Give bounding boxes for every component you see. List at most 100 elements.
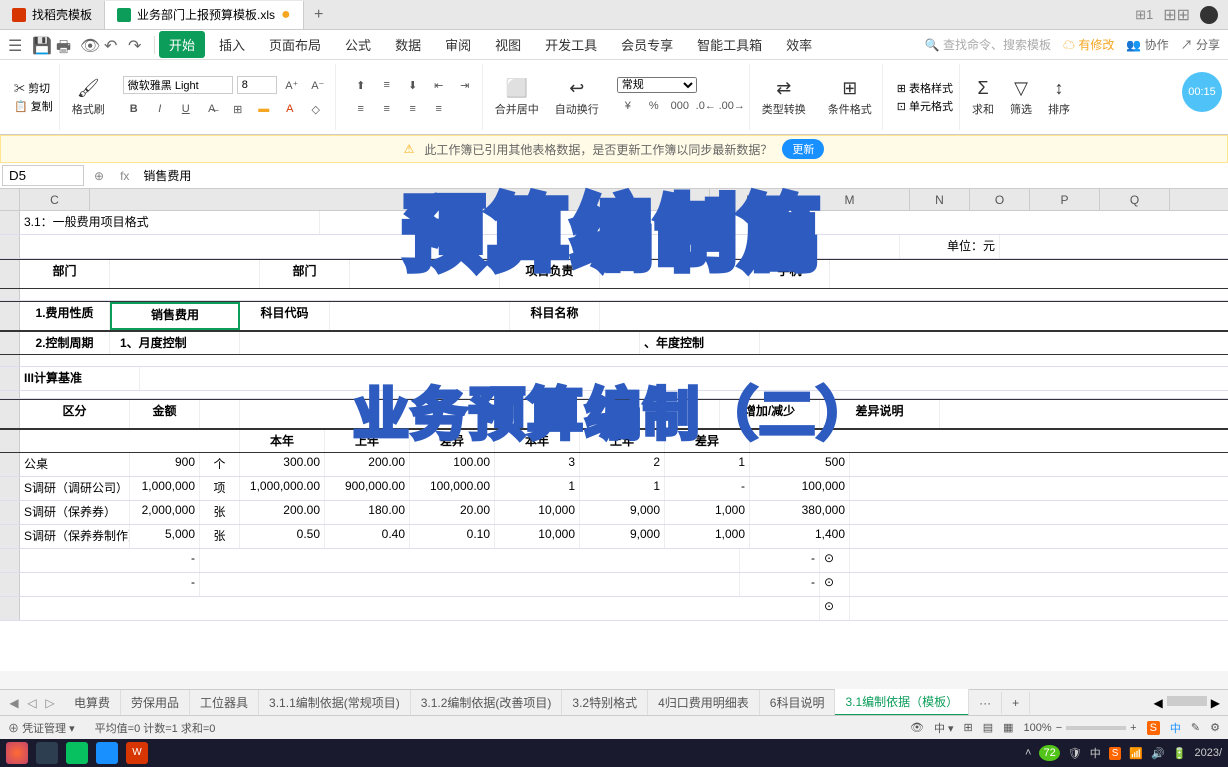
view-break-icon[interactable]: ▦ bbox=[1003, 721, 1013, 734]
fx-label[interactable]: fx bbox=[112, 169, 137, 183]
copy-button[interactable]: 📋 复制 bbox=[14, 98, 53, 114]
eye-icon[interactable]: 👁 bbox=[910, 721, 924, 734]
sogou-icon[interactable]: S bbox=[1147, 721, 1160, 735]
align-top-icon[interactable]: ⬆ bbox=[350, 74, 372, 96]
number-format-select[interactable]: 常规 bbox=[617, 77, 697, 93]
cell[interactable]: 区分 bbox=[20, 400, 130, 428]
print-preview-icon[interactable]: 👁 bbox=[80, 36, 98, 54]
sort-button[interactable]: ↕排序 bbox=[1044, 76, 1074, 119]
bold-icon[interactable]: B bbox=[123, 98, 145, 120]
print-icon[interactable]: 🖶 bbox=[56, 36, 74, 54]
cell[interactable]: 1、月度控制 bbox=[110, 332, 240, 354]
increase-font-icon[interactable]: A⁺ bbox=[281, 74, 303, 96]
cell[interactable]: 1.费用性质 bbox=[20, 302, 110, 330]
scrollbar-left-icon[interactable]: ◀ bbox=[1154, 696, 1163, 710]
wps-icon[interactable]: W bbox=[126, 742, 148, 764]
menu-formula[interactable]: 公式 bbox=[335, 31, 381, 58]
zoom-in-icon[interactable]: + bbox=[1130, 722, 1136, 734]
sheet-tab[interactable]: 4归口费用明细表 bbox=[648, 690, 760, 715]
col-header[interactable]: P bbox=[1030, 189, 1100, 210]
sheet-tab[interactable]: 3.2特别格式 bbox=[562, 690, 648, 715]
cell[interactable]: 3.1：一般费用项目格式 bbox=[20, 211, 320, 234]
nav-prev-icon[interactable]: ◁ bbox=[24, 696, 40, 710]
menu-hamburger-icon[interactable]: ☰ bbox=[8, 36, 26, 54]
indent-right-icon[interactable]: ⇥ bbox=[454, 74, 476, 96]
cell[interactable]: 部门 bbox=[260, 260, 350, 288]
add-sheet-button[interactable]: + bbox=[1002, 692, 1030, 714]
table-row[interactable]: S调研（保养券） 2,000,000 张 200.00 180.00 20.00… bbox=[0, 501, 1228, 525]
cell[interactable]: 科目名称 bbox=[510, 302, 600, 330]
fill-color-icon[interactable]: ▬ bbox=[253, 98, 275, 120]
cell[interactable]: 单位：元 bbox=[900, 235, 1000, 258]
merge-center-button[interactable]: ⬜合并居中 bbox=[491, 76, 543, 119]
active-cell[interactable]: 销售费用 bbox=[110, 302, 240, 330]
app-icon[interactable] bbox=[96, 742, 118, 764]
menu-efficiency[interactable]: 效率 bbox=[776, 31, 822, 58]
nav-first-icon[interactable]: ◀ bbox=[6, 696, 22, 710]
indent-left-icon[interactable]: ⇤ bbox=[428, 74, 450, 96]
cell-reference-input[interactable] bbox=[2, 165, 84, 186]
tray-sogou-icon[interactable]: S bbox=[1109, 747, 1122, 760]
ime-status-icon[interactable]: 中 ▾ bbox=[934, 720, 954, 736]
table-row[interactable]: 公桌 900 个 300.00 200.00 100.00 3 2 1 500 bbox=[0, 453, 1228, 477]
start-icon[interactable] bbox=[6, 742, 28, 764]
save-icon[interactable]: 💾 bbox=[32, 36, 50, 54]
sheet-tab[interactable]: 劳保用品 bbox=[121, 690, 190, 715]
format-brush-button[interactable]: 🖌格式刷 bbox=[68, 76, 109, 119]
sheet-tab-more[interactable]: ··· bbox=[969, 692, 1002, 714]
filter-button[interactable]: ▽筛选 bbox=[1006, 76, 1036, 119]
modified-indicator[interactable]: ☁ 有修改 bbox=[1063, 36, 1114, 53]
settings-icon[interactable]: ⚙ bbox=[1210, 721, 1220, 734]
decimal-dec-icon[interactable]: .00→ bbox=[721, 95, 743, 117]
font-color-icon[interactable]: A bbox=[279, 98, 301, 120]
cell[interactable]: - bbox=[20, 573, 200, 596]
tool-icon[interactable]: ✎ bbox=[1191, 721, 1200, 734]
share-button[interactable]: ↗ 分享 bbox=[1181, 36, 1220, 53]
menu-smart[interactable]: 智能工具箱 bbox=[687, 31, 772, 58]
window-layout-icon[interactable]: ⊞1 bbox=[1135, 7, 1153, 23]
search-input[interactable]: 🔍 查找命令、搜索模板 bbox=[925, 36, 1051, 53]
type-convert-button[interactable]: ⇄类型转换 bbox=[758, 76, 810, 119]
menu-layout[interactable]: 页面布局 bbox=[259, 31, 331, 58]
sum-button[interactable]: Σ求和 bbox=[968, 76, 998, 119]
sheet-tab[interactable]: 3.1.2编制依据(改善项目) bbox=[411, 690, 563, 715]
align-center-icon[interactable]: ≡ bbox=[376, 98, 398, 120]
view-normal-icon[interactable]: ⊞ bbox=[964, 721, 973, 734]
menu-review[interactable]: 审阅 bbox=[435, 31, 481, 58]
tray-volume-icon[interactable]: 🔊 bbox=[1151, 747, 1165, 760]
menu-data[interactable]: 数据 bbox=[385, 31, 431, 58]
sheet-tab[interactable]: 3.1.1编制依据(常规项目) bbox=[259, 690, 411, 715]
tray-ime[interactable]: 中 bbox=[1090, 745, 1101, 761]
cell[interactable]: - bbox=[740, 549, 820, 572]
cell[interactable]: 2.控制周期 bbox=[20, 332, 110, 354]
cell[interactable]: - bbox=[740, 573, 820, 596]
menu-view[interactable]: 视图 bbox=[485, 31, 531, 58]
table-style-button[interactable]: ⊞ 表格样式 bbox=[897, 80, 953, 96]
tab-workbook[interactable]: 业务部门上报预算模板.xls ● bbox=[105, 1, 304, 29]
update-button[interactable]: 更新 bbox=[782, 139, 824, 159]
col-header[interactable]: Q bbox=[1100, 189, 1170, 210]
view-page-icon[interactable]: ▤ bbox=[983, 721, 993, 734]
sheet-tab[interactable]: 6科目说明 bbox=[760, 690, 836, 715]
tray-time[interactable]: 2023/ bbox=[1194, 747, 1222, 759]
col-header[interactable]: N bbox=[910, 189, 970, 210]
underline-icon[interactable]: U bbox=[175, 98, 197, 120]
border-icon[interactable]: ⊞ bbox=[227, 98, 249, 120]
new-tab-button[interactable]: + bbox=[304, 6, 334, 24]
sheet-tab[interactable]: 工位器具 bbox=[190, 690, 259, 715]
font-size-select[interactable] bbox=[237, 76, 277, 94]
zoom-slider[interactable] bbox=[1066, 726, 1126, 730]
align-middle-icon[interactable]: ≡ bbox=[376, 74, 398, 96]
ime-mode[interactable]: 中 bbox=[1170, 720, 1181, 736]
align-bottom-icon[interactable]: ⬇ bbox=[402, 74, 424, 96]
decimal-inc-icon[interactable]: .0← bbox=[695, 95, 717, 117]
align-left-icon[interactable]: ≡ bbox=[350, 98, 372, 120]
cell[interactable]: III计算基准 bbox=[20, 367, 140, 390]
cell[interactable]: 部门 bbox=[20, 260, 110, 288]
table-row[interactable]: S调研（调研公司） 1,000,000 项 1,000,000.00 900,0… bbox=[0, 477, 1228, 501]
browser-icon[interactable] bbox=[36, 742, 58, 764]
menu-insert[interactable]: 插入 bbox=[209, 31, 255, 58]
collab-button[interactable]: 👥 协作 bbox=[1126, 36, 1168, 53]
tray-badge[interactable]: 72 bbox=[1039, 745, 1059, 761]
comma-icon[interactable]: 000 bbox=[669, 95, 691, 117]
